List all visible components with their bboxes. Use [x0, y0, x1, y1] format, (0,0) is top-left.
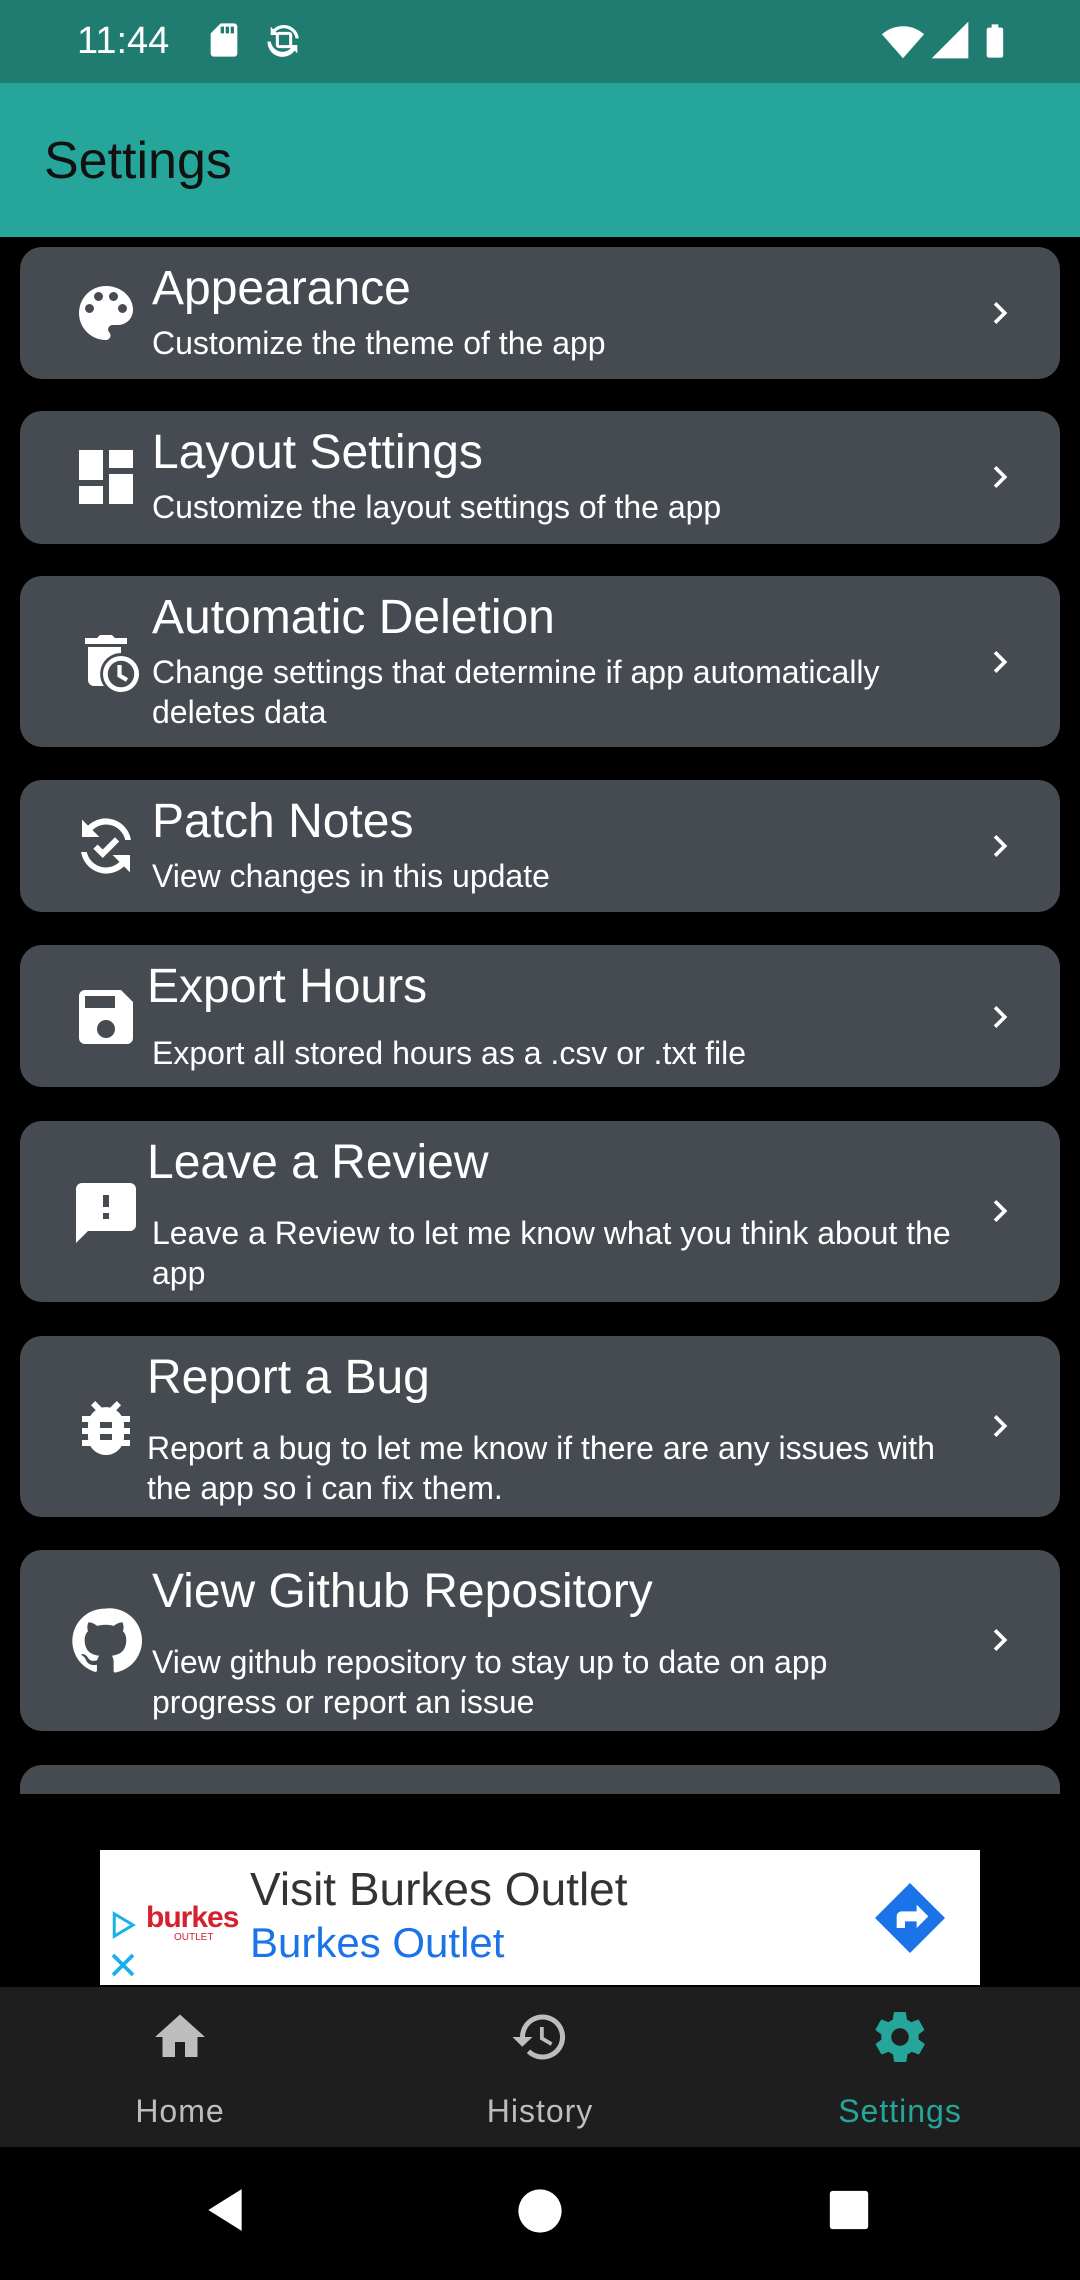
settings-item-layout[interactable]: Layout Settings Customize the layout set…: [20, 411, 1060, 544]
ad-banner[interactable]: burkes OUTLET Visit Burkes Outlet Burkes…: [100, 1850, 980, 1985]
chevron-right-icon: [993, 1006, 1008, 1028]
nav-item-settings[interactable]: Settings: [720, 1987, 1080, 2147]
settings-item-title: Leave a Review: [147, 1136, 489, 1189]
app-bar: Settings: [0, 83, 1080, 237]
settings-item-subtitle: Report a bug to let me know if there are…: [147, 1430, 935, 1506]
history-icon: [512, 2014, 566, 2060]
settings-item-title: View Github Repository: [152, 1565, 653, 1618]
settings-item-report-bug[interactable]: Report a Bug Report a bug to let me know…: [20, 1336, 1060, 1517]
chevron-right-icon: [993, 1415, 1008, 1437]
update-icon: [81, 818, 131, 874]
ad-logo-subtext: OUTLET: [174, 1932, 214, 1943]
ad-title: Visit Burkes Outlet: [250, 1863, 628, 1915]
ad-logo: burkes: [146, 1901, 239, 1934]
chevron-right-icon: [993, 651, 1008, 673]
chevron-right-icon: [993, 1629, 1008, 1651]
settings-item-title: Layout Settings: [152, 426, 483, 479]
home-circle-icon[interactable]: [514, 2185, 566, 2237]
settings-item-title: Patch Notes: [152, 795, 414, 848]
nav-item-history[interactable]: History: [360, 1987, 720, 2147]
settings-item-export-hours[interactable]: Export Hours Export all stored hours as …: [20, 945, 1060, 1087]
nav-item-home[interactable]: Home: [0, 1987, 360, 2147]
bottom-navigation: Home History Settings: [0, 1987, 1080, 2147]
settings-item-title: Automatic Deletion: [152, 591, 555, 644]
home-icon: [155, 2014, 205, 2057]
status-time: 11:44: [77, 20, 170, 62]
battery-icon: [986, 24, 1004, 58]
settings-item-automatic-deletion[interactable]: Automatic Deletion Change settings that …: [20, 576, 1060, 747]
settings-item-patch-notes[interactable]: Patch Notes View changes in this update: [20, 780, 1060, 912]
sync-icon: [267, 24, 299, 57]
nav-label-history: History: [486, 2093, 594, 2129]
palette-icon: [79, 286, 133, 340]
github-icon: [72, 1608, 142, 1673]
settings-item-github[interactable]: View Github Repository View github repos…: [20, 1550, 1060, 1731]
chevron-right-icon: [993, 835, 1008, 857]
bug-icon: [82, 1401, 130, 1456]
settings-item-leave-review[interactable]: Leave a Review Leave a Review to let me …: [20, 1121, 1060, 1302]
wifi-icon: [881, 26, 925, 59]
delete-clock-icon: [85, 635, 139, 692]
chevron-right-icon: [993, 1200, 1008, 1222]
nav-label-home: Home: [135, 2093, 225, 2129]
settings-item-subtitle: View github repository to stay up to dat…: [152, 1644, 828, 1720]
settings-item-title: Export Hours: [147, 960, 428, 1013]
back-icon[interactable]: [200, 2182, 250, 2238]
feedback-icon: [76, 1183, 136, 1243]
ad-directions-icon[interactable]: [870, 1878, 950, 1958]
settings-item-subtitle: Customize the layout settings of the app: [152, 489, 722, 525]
sd-card-icon: [210, 23, 238, 57]
save-icon: [79, 990, 133, 1044]
settings-item-appearance[interactable]: Appearance Customize the theme of the ap…: [20, 247, 1060, 379]
chevron-right-icon: [993, 302, 1008, 324]
ad-close-icon[interactable]: [108, 1950, 138, 1980]
settings-item-partial[interactable]: [20, 1765, 1060, 1794]
status-bar: 11:44: [0, 0, 1080, 83]
settings-item-title: Report a Bug: [147, 1351, 430, 1404]
recents-icon[interactable]: [826, 2187, 872, 2233]
nav-label-settings: Settings: [838, 2093, 962, 2129]
settings-item-subtitle: Change settings that determine if app au…: [152, 654, 880, 730]
ad-subtitle: Burkes Outlet: [250, 1919, 505, 1966]
settings-item-subtitle: View changes in this update: [152, 858, 550, 894]
settings-item-title: Appearance: [152, 262, 411, 315]
chevron-right-icon: [993, 466, 1008, 488]
settings-item-subtitle: Leave a Review to let me know what you t…: [152, 1215, 951, 1291]
dashboard-icon: [79, 450, 133, 504]
ad-choices-icon[interactable]: [108, 1908, 138, 1942]
system-navigation-bar: [0, 2147, 1080, 2280]
settings-item-subtitle: Export all stored hours as a .csv or .tx…: [152, 1035, 747, 1071]
signal-icon: [931, 21, 969, 59]
settings-list[interactable]: Appearance Customize the theme of the ap…: [0, 237, 1080, 1794]
page-title: Settings: [44, 132, 232, 190]
gear-icon: [875, 2012, 925, 2062]
settings-item-subtitle: Customize the theme of the app: [152, 325, 606, 361]
